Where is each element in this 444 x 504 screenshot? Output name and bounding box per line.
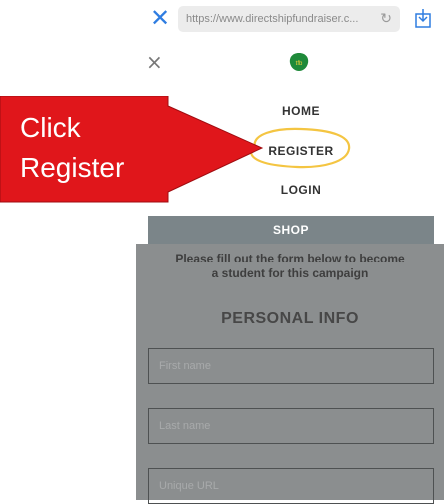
registration-form: Please fill out the form below to become…: [136, 244, 444, 504]
form-intro: Please fill out the form below to become: [175, 252, 405, 262]
form-intro-line2: a student for this campaign: [211, 266, 369, 280]
url-field[interactable]: https://www.directshipfundraiser.c... ↻: [178, 6, 400, 32]
share-icon[interactable]: [414, 7, 432, 29]
annotation-text: Click: [20, 112, 81, 143]
annotation-text-line2: Register: [20, 152, 125, 183]
shop-button[interactable]: SHOP: [148, 216, 434, 244]
url-text: https://www.directshipfundraiser.c...: [186, 13, 359, 25]
browser-toolbar: ✕ https://www.directshipfundraiser.c... …: [136, 0, 444, 38]
first-name-field[interactable]: First name: [148, 348, 434, 384]
last-name-field[interactable]: Last name: [148, 408, 434, 444]
logo-text: tfb: [296, 61, 303, 67]
logo-icon: tfb: [289, 53, 309, 71]
close-icon[interactable]: ×: [146, 50, 163, 74]
close-icon[interactable]: ✕: [150, 6, 172, 30]
form-heading: PERSONAL INFO: [221, 310, 359, 327]
reload-icon[interactable]: ↻: [380, 6, 392, 32]
unique-url-field[interactable]: Unique URL: [148, 468, 434, 504]
